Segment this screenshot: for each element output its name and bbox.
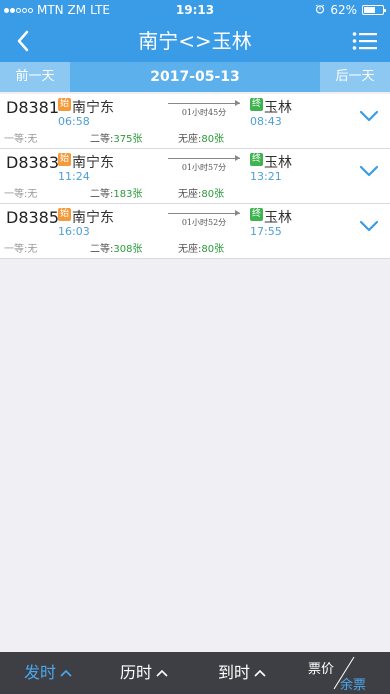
second-class-label: 二等: [90,244,114,255]
status-bar: MTN ZM LTE 19:13 62% [0,0,390,20]
alarm-icon [315,3,325,17]
train-list: D8381 始 南宁东 06:58 01小时45分 终 玉林 08:43 一等:… [0,94,390,259]
status-right: 62% [315,3,386,17]
arrival-station: 玉林 [264,155,292,171]
no-seat-label: 无座: [178,244,202,255]
list-menu-icon [352,32,377,50]
chevron-up-icon [156,669,168,677]
back-button[interactable] [8,26,38,56]
sort-by-arrival-button[interactable]: 到时 [218,652,266,694]
sort-price-label: 票价 [308,662,335,677]
arrival-station: 玉林 [264,100,292,116]
train-row[interactable]: D8385 始 南宁东 16:03 01小时52分 终 玉林 17:55 一等:… [0,204,390,259]
menu-button[interactable] [350,26,380,56]
chevron-left-icon [17,30,29,52]
departure-time: 06:58 [58,115,90,128]
second-class-seats: 二等:308张 [90,240,142,255]
next-day-button[interactable]: 后一天 [320,62,390,92]
second-class-label: 二等: [90,189,114,200]
arrival-time: 13:21 [250,170,282,183]
start-station-badge: 始 [58,153,71,166]
chevron-down-icon[interactable] [358,163,380,179]
end-station-badge: 终 [250,153,263,166]
train-number: D8383 [6,153,60,172]
departure-time: 11:24 [58,170,90,183]
arrival-station: 玉林 [264,210,292,226]
end-station-badge: 终 [250,98,263,111]
arrival-time: 17:55 [250,225,282,238]
no-seat-label: 无座: [178,134,202,145]
second-class-count: 308张 [113,244,143,255]
departure-station: 南宁东 [72,100,114,116]
second-class-seats: 二等:183张 [90,185,142,200]
no-seat-tickets: 无座:80张 [178,240,224,255]
no-seat-count: 80张 [201,244,225,255]
no-seat-tickets: 无座:80张 [178,130,224,145]
sort-remaining-label: 余票 [340,678,367,693]
chevron-up-icon [254,669,266,677]
train-number: D8381 [6,98,60,117]
sort-by-duration-button[interactable]: 历时 [120,652,168,694]
arrival-time: 08:43 [250,115,282,128]
battery-icon [362,5,386,15]
battery-fill [364,7,375,13]
chevron-down-icon[interactable] [358,108,380,124]
chevron-up-icon [60,669,72,677]
navigation-bar: 南宁<>玉林 [0,20,390,62]
train-row[interactable]: D8383 始 南宁东 11:24 01小时57分 终 玉林 13:21 一等:… [0,149,390,204]
no-seat-count: 80张 [201,134,225,145]
second-class-label: 二等: [90,134,114,145]
second-class-count: 183张 [113,189,143,200]
first-class-seats: 一等:无 [4,134,38,145]
battery-percent: 62% [330,3,357,17]
date-selector: 前一天 2017-05-13 后一天 [0,62,390,92]
duration-arrow [168,100,240,106]
start-station-badge: 始 [58,208,71,221]
no-seat-tickets: 无座:80张 [178,185,224,200]
current-date[interactable]: 2017-05-13 [70,62,320,92]
no-seat-label: 无座: [178,189,202,200]
end-station-badge: 终 [250,208,263,221]
sort-by-price-remaining-button[interactable]: 票价 余票 [306,652,390,694]
sort-toolbar: 发时 历时 到时 票价 余票 [0,652,390,694]
previous-day-button[interactable]: 前一天 [0,62,70,92]
travel-duration: 01小时52分 [181,218,227,227]
second-class-seats: 二等:375张 [90,130,142,145]
travel-duration: 01小时45分 [181,108,227,117]
no-seat-count: 80张 [201,189,225,200]
departure-time: 16:03 [58,225,90,238]
start-station-badge: 始 [58,98,71,111]
duration-arrow [168,210,240,216]
sort-by-departure-button[interactable]: 发时 [24,652,72,694]
first-class-seats: 一等:无 [4,189,38,200]
sort-arrival-label: 到时 [218,663,251,682]
page-title: 南宁<>玉林 [138,29,252,53]
second-class-count: 375张 [113,134,143,145]
travel-duration: 01小时57分 [181,163,227,172]
sort-duration-label: 历时 [120,663,153,682]
train-row[interactable]: D8381 始 南宁东 06:58 01小时45分 终 玉林 08:43 一等:… [0,94,390,149]
sort-departure-label: 发时 [24,663,57,682]
chevron-down-icon[interactable] [358,218,380,234]
train-number: D8385 [6,208,60,227]
duration-arrow [168,155,240,161]
departure-station: 南宁东 [72,155,114,171]
first-class-seats: 一等:无 [4,244,38,255]
departure-station: 南宁东 [72,210,114,226]
